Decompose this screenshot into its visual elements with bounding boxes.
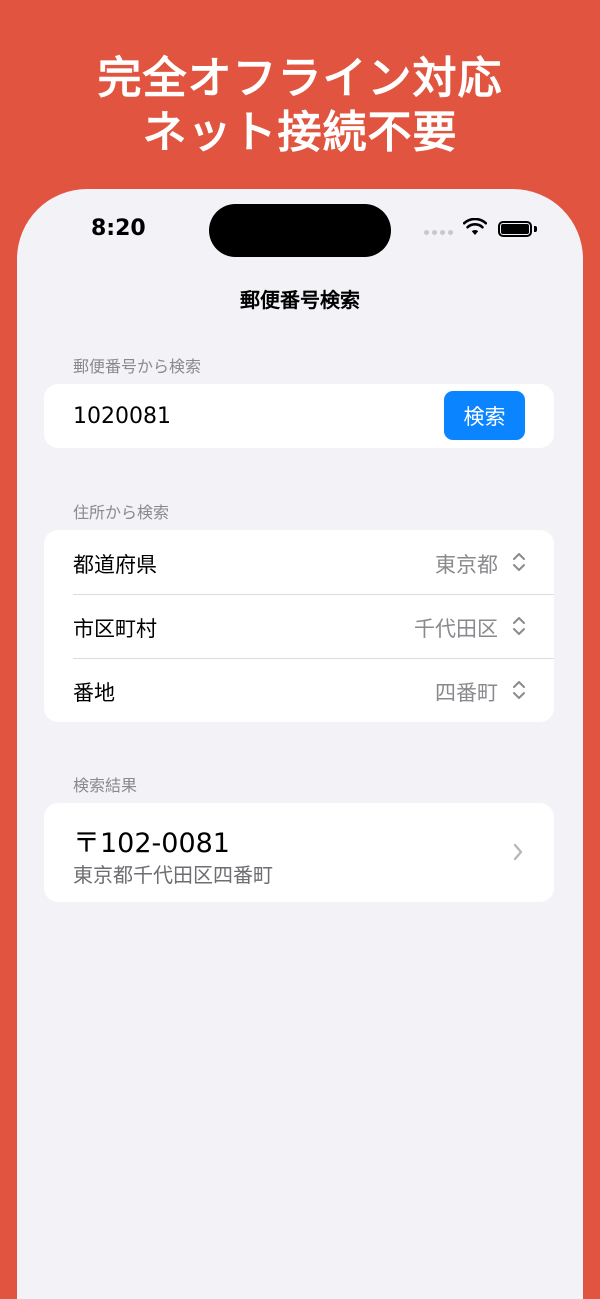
promo-line-2: ネット接続不要 bbox=[142, 107, 458, 158]
chevron-up-down-icon bbox=[513, 553, 525, 571]
result-list-item[interactable]: 〒102-0081 東京都千代田区四番町 bbox=[44, 803, 554, 902]
address-section-header: 住所から検索 bbox=[73, 503, 170, 522]
status-bar: 8:20 bbox=[17, 189, 583, 269]
picker-block[interactable]: 番地 四番町 bbox=[44, 658, 554, 722]
picker-value: 東京都 bbox=[435, 553, 498, 577]
chevron-up-down-icon bbox=[513, 617, 525, 635]
battery-icon bbox=[498, 221, 532, 237]
result-zip: 〒102-0081 bbox=[73, 828, 230, 859]
wifi-icon bbox=[463, 218, 487, 235]
search-button[interactable]: 検索 bbox=[444, 391, 525, 440]
picker-prefecture[interactable]: 都道府県 東京都 bbox=[44, 530, 554, 594]
zip-input[interactable] bbox=[73, 401, 433, 431]
address-picker-card: 都道府県 東京都 市区町村 千代田区 番地 四番町 bbox=[44, 530, 554, 722]
picker-city[interactable]: 市区町村 千代田区 bbox=[44, 594, 554, 658]
zip-section-header: 郵便番号から検索 bbox=[73, 357, 202, 376]
results-section-header: 検索結果 bbox=[73, 776, 138, 795]
picker-label: 番地 bbox=[73, 681, 115, 705]
battery-cap bbox=[534, 226, 537, 232]
promo-line-1: 完全オフライン対応 bbox=[97, 53, 503, 104]
page-title: 郵便番号検索 bbox=[240, 288, 360, 312]
picker-value: 千代田区 bbox=[414, 617, 498, 641]
cellular-signal-icon bbox=[424, 230, 453, 235]
promo-headline: 完全オフライン対応 ネット接続不要 bbox=[0, 52, 600, 160]
dynamic-island bbox=[209, 204, 391, 257]
status-time: 8:20 bbox=[91, 216, 146, 241]
picker-value: 四番町 bbox=[435, 681, 498, 705]
chevron-up-down-icon bbox=[513, 681, 525, 699]
picker-label: 都道府県 bbox=[73, 553, 157, 577]
result-address: 東京都千代田区四番町 bbox=[73, 863, 273, 887]
phone-screen: 8:20 郵便番号検索 郵便番号から検索 検索 住所から検索 都道府県 東京都 … bbox=[17, 189, 583, 1299]
zip-search-card: 検索 bbox=[44, 384, 554, 448]
chevron-right-icon bbox=[513, 843, 523, 861]
picker-label: 市区町村 bbox=[73, 617, 157, 641]
